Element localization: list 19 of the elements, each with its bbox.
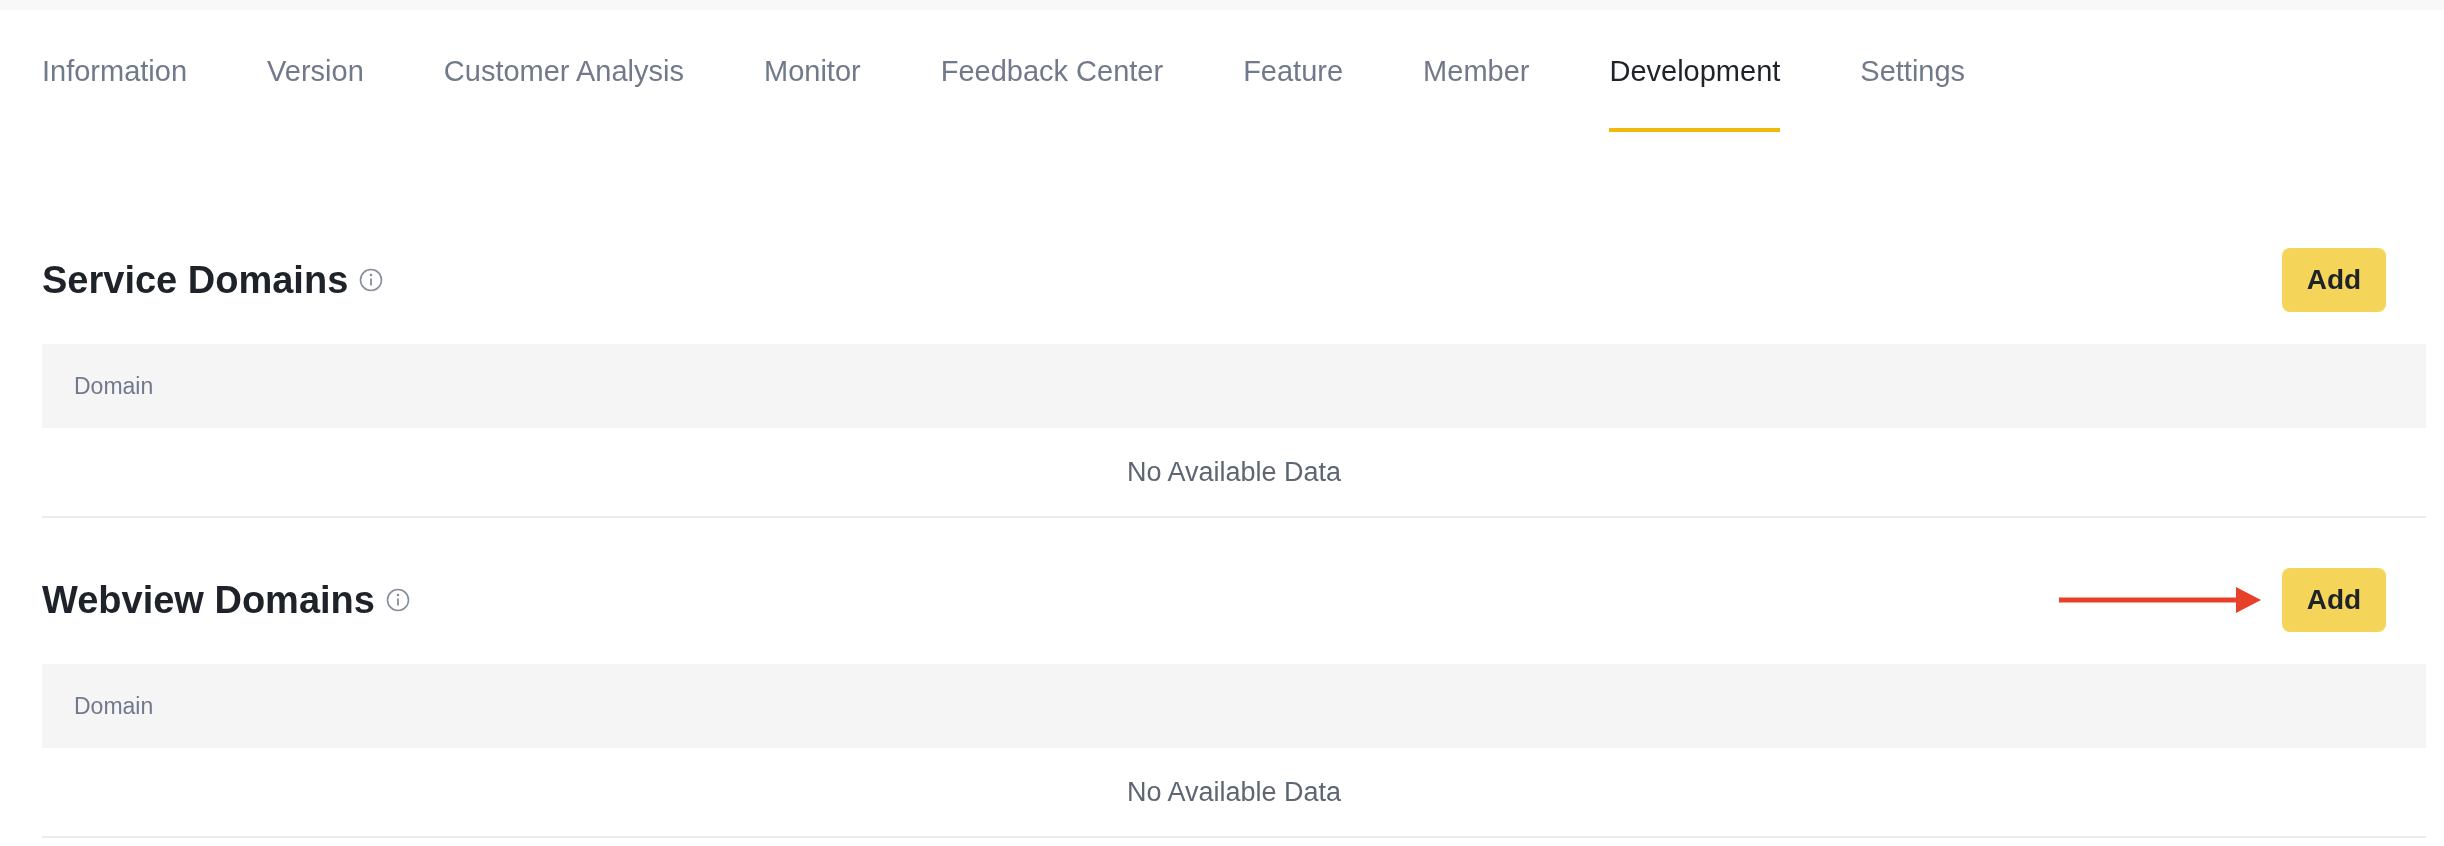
tab[interactable]: Monitor	[763, 10, 861, 132]
add-button[interactable]: Add	[2282, 248, 2386, 312]
info-icon	[385, 588, 410, 612]
empty-message: No Available Data	[1126, 776, 1342, 808]
tab[interactable]: Version	[267, 10, 364, 132]
tab[interactable]: Settings	[1860, 10, 1966, 132]
tab[interactable]: Member	[1423, 10, 1530, 132]
column-header: Domain	[74, 692, 154, 720]
tab[interactable]: Development	[1609, 10, 1781, 132]
section-title: Webview Domains	[42, 578, 375, 623]
column-header: Domain	[74, 372, 154, 400]
tab[interactable]: Information	[42, 10, 188, 132]
empty-message: No Available Data	[1126, 456, 1342, 488]
add-button[interactable]: Add	[2282, 568, 2386, 632]
section-title: Service Domains	[42, 258, 349, 303]
tab[interactable]: Feedback Center	[940, 10, 1164, 132]
tab[interactable]: Customer Analysis	[443, 10, 684, 132]
tab[interactable]: Feature	[1243, 10, 1344, 132]
info-icon	[359, 268, 384, 292]
